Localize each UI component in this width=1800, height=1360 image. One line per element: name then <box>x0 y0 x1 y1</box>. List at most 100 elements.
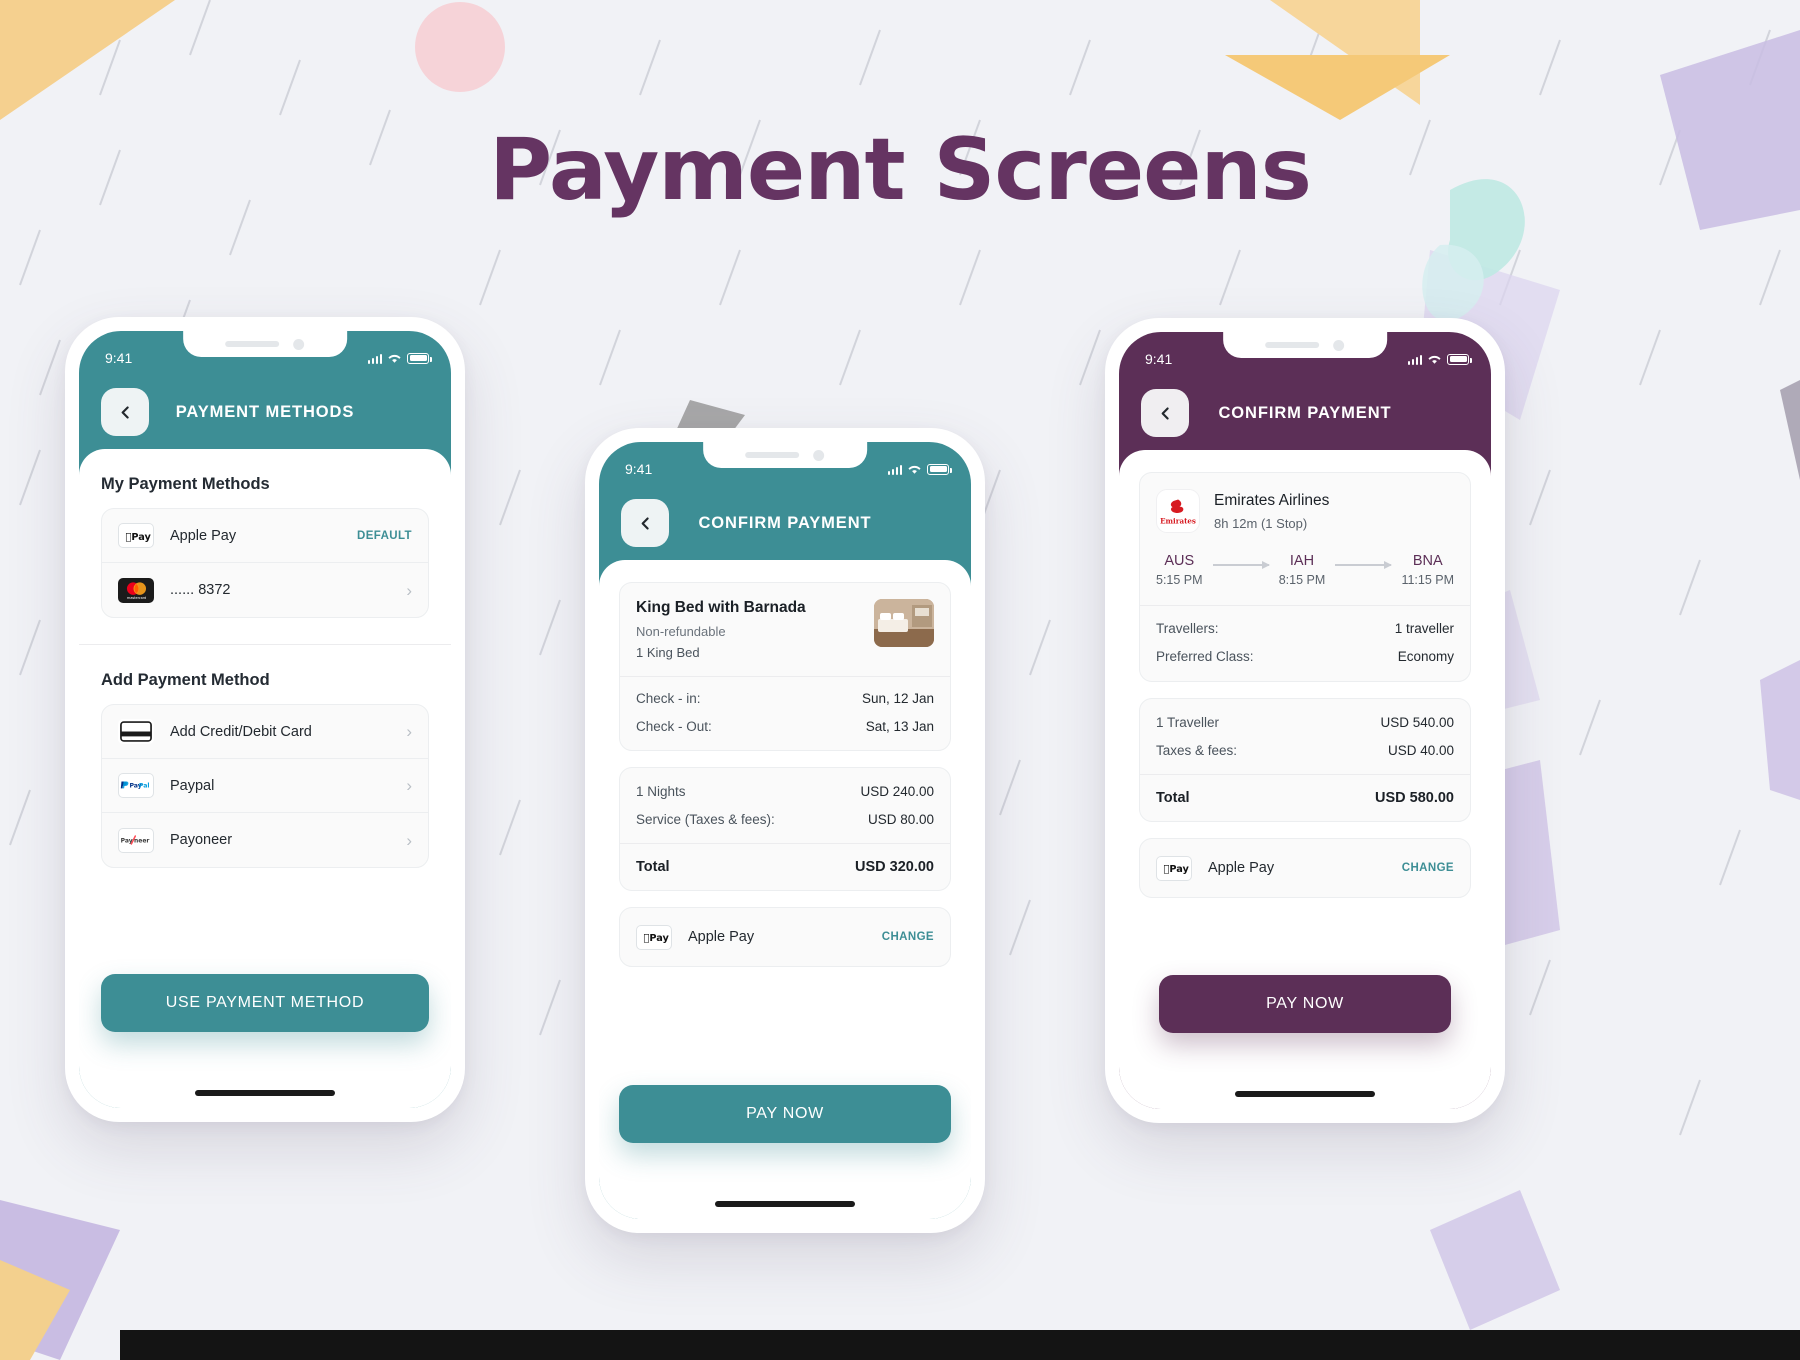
home-indicator <box>195 1090 335 1096</box>
device-notch <box>703 442 867 468</box>
credit-card-icon <box>118 719 154 744</box>
route-arrow-icon <box>1335 561 1393 568</box>
front-camera <box>293 338 305 350</box>
status-time: 9:41 <box>105 350 133 366</box>
airline-name: Emirates Airlines <box>1214 491 1330 509</box>
total-label: Total <box>636 859 670 875</box>
content-sheet: Emirates Emirates Airlines 8h 12m (1 Sto… <box>1119 450 1491 1109</box>
selected-payment-row[interactable]: Pay Apple Pay CHANGE <box>1140 839 1470 897</box>
svg-text:Pay: Pay <box>1164 864 1190 875</box>
price-label: 1 Nights <box>636 784 686 799</box>
travellers-label: Travellers: <box>1156 621 1219 636</box>
section-divider <box>79 644 451 645</box>
wifi-icon <box>908 465 921 474</box>
checkout-row: Check - Out: Sat, 13 Jan <box>636 719 934 734</box>
checkout-value: Sat, 13 Jan <box>865 719 934 734</box>
list-item-add-card[interactable]: Add Credit/Debit Card › <box>102 705 428 759</box>
class-label: Preferred Class: <box>1156 649 1254 664</box>
section-heading-my-methods: My Payment Methods <box>101 475 270 493</box>
chevron-right-icon: › <box>406 580 412 600</box>
route-destination: BNA 11:15 PM <box>1401 553 1454 587</box>
total-row: Total USD 320.00 <box>636 859 934 875</box>
route-origin: AUS 5:15 PM <box>1156 553 1203 587</box>
price-row: Service (Taxes & fees): USD 80.00 <box>636 812 934 827</box>
list-item-label: Payoneer <box>170 832 233 848</box>
battery-icon <box>407 352 432 364</box>
selected-payment-card[interactable]: Pay Apple Pay CHANGE <box>619 907 951 967</box>
price-value: USD 40.00 <box>1387 743 1454 758</box>
checkin-value: Sun, 12 Jan <box>861 691 934 706</box>
checkin-label: Check - in: <box>636 691 701 706</box>
list-item-label: Add Credit/Debit Card <box>170 723 312 740</box>
back-button[interactable] <box>621 499 669 547</box>
chevron-left-icon <box>1161 406 1169 420</box>
destination-code: BNA <box>1412 553 1443 569</box>
chevron-left-icon <box>121 405 129 419</box>
battery-icon <box>1447 353 1472 365</box>
list-item[interactable]: mastercard ...... 8372 › <box>102 563 428 617</box>
phone-confirm-payment-hotel: 9:41 CONFIRM PAYMENT King Bed with Barna… <box>585 428 985 1233</box>
list-item-label: Paypal <box>170 777 215 794</box>
change-payment-button[interactable]: CHANGE <box>1402 862 1454 874</box>
flight-summary-card: Emirates Emirates Airlines 8h 12m (1 Sto… <box>1139 472 1471 682</box>
room-refund-policy: Non-refundable <box>636 624 726 639</box>
emirates-logo-icon: Emirates <box>1156 489 1200 533</box>
price-breakdown-card: 1 Traveller USD 540.00 Taxes & fees: USD… <box>1139 698 1471 822</box>
total-value: USD 320.00 <box>855 859 934 875</box>
app-bar: CONFIRM PAYMENT <box>1119 376 1491 450</box>
checkin-row: Check - in: Sun, 12 Jan <box>636 691 934 706</box>
pay-now-button[interactable]: PAY NOW <box>1159 975 1451 1033</box>
price-label: Taxes & fees: <box>1156 743 1238 758</box>
status-time: 9:41 <box>625 461 653 477</box>
wifi-icon <box>1428 355 1441 364</box>
svg-text:Pal: Pal <box>139 783 150 790</box>
payoneer-icon: Pay neer <box>118 827 154 853</box>
page-title: Payment Screens <box>489 120 1312 220</box>
apple-pay-icon: Pay <box>636 924 672 950</box>
use-payment-method-button[interactable]: USE PAYMENT METHOD <box>101 974 429 1032</box>
speaker-grille <box>1265 342 1320 348</box>
route-stop: IAH 8:15 PM <box>1279 553 1326 587</box>
add-payment-method-card: Add Credit/Debit Card › Pay Pal Paypal › <box>101 704 429 868</box>
price-value: USD 540.00 <box>1380 715 1454 730</box>
svg-text:Pay: Pay <box>126 531 152 542</box>
price-label: 1 Traveller <box>1156 715 1220 730</box>
list-item-label: Apple Pay <box>170 527 237 544</box>
pay-now-button[interactable]: PAY NOW <box>619 1085 951 1143</box>
flight-duration: 8h 12m (1 Stop) <box>1214 515 1308 531</box>
price-value: USD 80.00 <box>867 812 934 827</box>
content-sheet: My Payment Methods Pay Apple Pay DEFAUL… <box>79 449 451 1108</box>
room-thumbnail <box>874 599 934 647</box>
app-bar: PAYMENT METHODS <box>79 375 451 449</box>
total-value: USD 580.00 <box>1375 790 1454 806</box>
change-payment-button[interactable]: CHANGE <box>882 931 934 943</box>
signal-icon <box>887 464 902 475</box>
status-time: 9:41 <box>1145 351 1173 367</box>
signal-icon <box>367 353 382 364</box>
svg-text:neer: neer <box>134 838 149 845</box>
back-button[interactable] <box>1141 389 1189 437</box>
back-button[interactable] <box>101 388 149 436</box>
travellers-row: Travellers: 1 traveller <box>1156 621 1454 636</box>
list-item-payoneer[interactable]: Pay neer Payoneer › <box>102 813 428 867</box>
wifi-icon <box>388 354 401 363</box>
my-payment-methods-card: Pay Apple Pay DEFAULT mastercard <box>101 508 429 618</box>
price-value: USD 240.00 <box>860 784 934 799</box>
battery-icon <box>927 463 952 475</box>
front-camera <box>813 449 825 461</box>
list-item-paypal[interactable]: Pay Pal Paypal › <box>102 759 428 813</box>
phone-confirm-payment-flight: 9:41 CONFIRM PAYMENT Emirates Emirates A… <box>1105 318 1505 1123</box>
stop-code: IAH <box>1289 553 1315 569</box>
svg-text:Pay: Pay <box>644 933 670 944</box>
route-arrow-icon <box>1212 561 1270 568</box>
price-row: 1 Nights USD 240.00 <box>636 784 934 799</box>
list-item[interactable]: Pay Apple Pay DEFAULT <box>102 509 428 563</box>
paypal-icon: Pay Pal <box>118 773 154 798</box>
total-row: Total USD 580.00 <box>1156 790 1454 806</box>
apple-pay-icon: Pay <box>118 523 154 548</box>
device-notch <box>1223 332 1387 358</box>
selected-payment-card[interactable]: Pay Apple Pay CHANGE <box>1139 838 1471 898</box>
section-heading-add-method: Add Payment Method <box>101 671 270 689</box>
front-camera <box>1333 339 1345 351</box>
selected-payment-row[interactable]: Pay Apple Pay CHANGE <box>620 908 950 966</box>
